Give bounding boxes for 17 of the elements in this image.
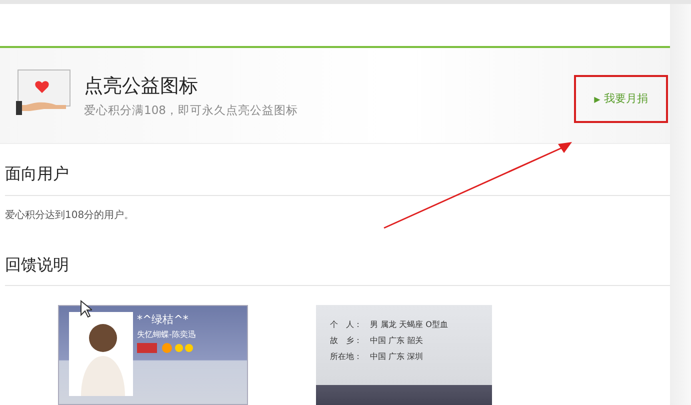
section-text: 爱心积分达到108分的用户。 <box>4 208 136 223</box>
hand-holding-heart-icon <box>16 68 72 117</box>
nickname: *^绿桔^* <box>137 312 190 327</box>
section-heading: 回馈说明 <box>5 254 69 274</box>
info-value: 中国 广东 韶关 <box>370 335 424 346</box>
page-title: 点亮公益图标 <box>84 74 199 100</box>
mouse-cursor-icon <box>80 300 92 318</box>
avatar-silhouette-icon <box>69 312 133 396</box>
section-heading: 面向用户 <box>5 164 69 184</box>
info-label: 所在地： <box>330 351 363 362</box>
info-label: 故 乡： <box>330 335 363 346</box>
info-value: 中国 广东 深圳 <box>370 351 424 362</box>
monthly-donate-button[interactable]: ▶ 我要月捐 <box>574 74 668 123</box>
song-text: 失忆蝴蝶-陈奕迅 <box>137 329 197 340</box>
page-subtitle: 爱心积分满108，即可永久点亮公益图标 <box>84 103 299 118</box>
info-label: 个 人： <box>330 319 363 330</box>
info-value: 男 属龙 天蝎座 O型血 <box>370 319 448 330</box>
